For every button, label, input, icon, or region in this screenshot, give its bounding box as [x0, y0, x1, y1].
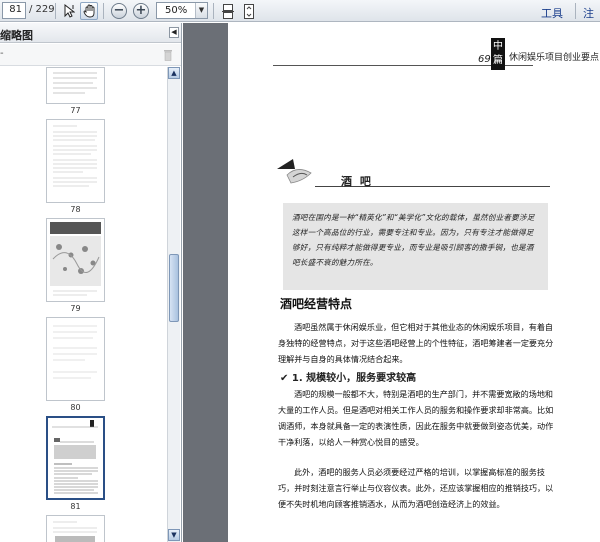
scroll-page-icon: [222, 3, 234, 19]
toolbar-divider: [213, 3, 214, 19]
toolbar-divider: [55, 3, 56, 19]
thumbnail-page[interactable]: [46, 67, 105, 104]
chapter-title: 酒 吧: [341, 175, 373, 188]
page-preview: [53, 521, 97, 542]
trash-icon[interactable]: [163, 49, 173, 61]
thumbnail-page[interactable]: [46, 119, 105, 203]
thumbnail-label: 81: [70, 502, 81, 511]
paragraph: 酒吧的规模一般都不大，特别是酒吧的生产部门，并不需要宽敞的场地和大量的工作人员。…: [278, 389, 554, 447]
scroll-down-icon[interactable]: ▼: [168, 529, 180, 541]
hand-icon: [83, 4, 94, 18]
thumbnail-page[interactable]: [46, 317, 105, 401]
tools-menu[interactable]: 工具: [541, 5, 563, 21]
toolbar-divider: [103, 3, 104, 19]
zoom-out-button[interactable]: −: [110, 2, 128, 20]
section-badge: 中篇: [491, 38, 505, 70]
zoom-value: 50%: [165, 5, 188, 16]
thumbnail-label: 77: [70, 106, 81, 115]
collapse-panel-button[interactable]: ◀: [169, 27, 179, 38]
single-page-view-button[interactable]: [219, 2, 237, 20]
thumbnail-page[interactable]: [46, 218, 105, 302]
panel-header: 缩略图 ◀: [0, 23, 181, 43]
page-number-input[interactable]: 81: [2, 2, 26, 19]
page-preview: [53, 125, 97, 187]
page-preview: [52, 420, 98, 494]
thumbnail-page[interactable]: [46, 515, 105, 542]
select-tool-button[interactable]: [60, 2, 78, 20]
header-running-title: 休闲娱乐项目创业要点: [509, 53, 600, 63]
document-viewport[interactable]: 69 中篇 休闲娱乐项目创业要点 酒 吧 酒吧在国内是一种“精英化”和“美学化”…: [183, 23, 600, 542]
paragraph: 酒吧虽然属于休闲娱乐业，但它相对于其他业态的休闲娱乐项目，有着自身独特的经营特点…: [278, 322, 554, 364]
intro-text: 酒吧在国内是一种“精英化”和“美学化”文化的载体，虽然创业者要涉足这样一个高品位…: [292, 213, 535, 267]
thumbnail-scrollbar[interactable]: ▲ ▼: [167, 67, 180, 542]
fit-page-icon: [244, 3, 254, 19]
page-preview: [50, 222, 101, 296]
fit-page-button[interactable]: [240, 2, 258, 20]
cursor-arrow-icon: [64, 4, 75, 18]
scrollbar-thumb[interactable]: [169, 254, 179, 322]
panel-title: 缩略图: [0, 29, 33, 42]
zoom-select[interactable]: 50% ▼: [156, 2, 208, 19]
thumbnail-label: 78: [70, 205, 81, 214]
hand-tool-button[interactable]: [80, 2, 98, 20]
page-preview: [53, 72, 97, 94]
plus-icon: +: [133, 3, 149, 19]
header-page-number: 69: [478, 54, 491, 65]
thumbnail-page-selected[interactable]: [46, 416, 105, 500]
panel-toolbar: -: [0, 44, 181, 66]
options-button[interactable]: -: [0, 48, 4, 59]
thumbnail-panel: 缩略图 ◀ - 77 78 79 80 81 ▲ ▼: [0, 23, 182, 542]
section-title: 酒吧经营特点: [280, 297, 353, 311]
zoom-in-button[interactable]: +: [132, 2, 150, 20]
page-total-label: / 229: [29, 4, 55, 15]
minus-icon: −: [111, 3, 127, 19]
scroll-up-icon[interactable]: ▲: [168, 67, 180, 79]
toolbar-divider: [575, 3, 576, 19]
main-toolbar: 81 / 229 − + 50% ▼ 工具 注: [0, 0, 600, 36]
subsection-title: ✔ 1. 规模较小，服务要求较高: [280, 373, 417, 384]
pdf-page: 69 中篇 休闲娱乐项目创业要点 酒 吧 酒吧在国内是一种“精英化”和“美学化”…: [228, 23, 600, 542]
thumbnail-label: 80: [70, 403, 81, 412]
page-preview: [53, 325, 97, 379]
thumbnail-list: 77 78 79 80 81: [0, 67, 167, 542]
chevron-down-icon[interactable]: ▼: [195, 3, 207, 18]
paragraph: 此外，酒吧的服务人员必须要经过严格的培训，以掌握高标准的服务技巧，并时刻注意言行…: [278, 467, 554, 509]
chapter-decoration-icon: [277, 159, 312, 184]
thumbnail-label: 79: [70, 304, 81, 313]
